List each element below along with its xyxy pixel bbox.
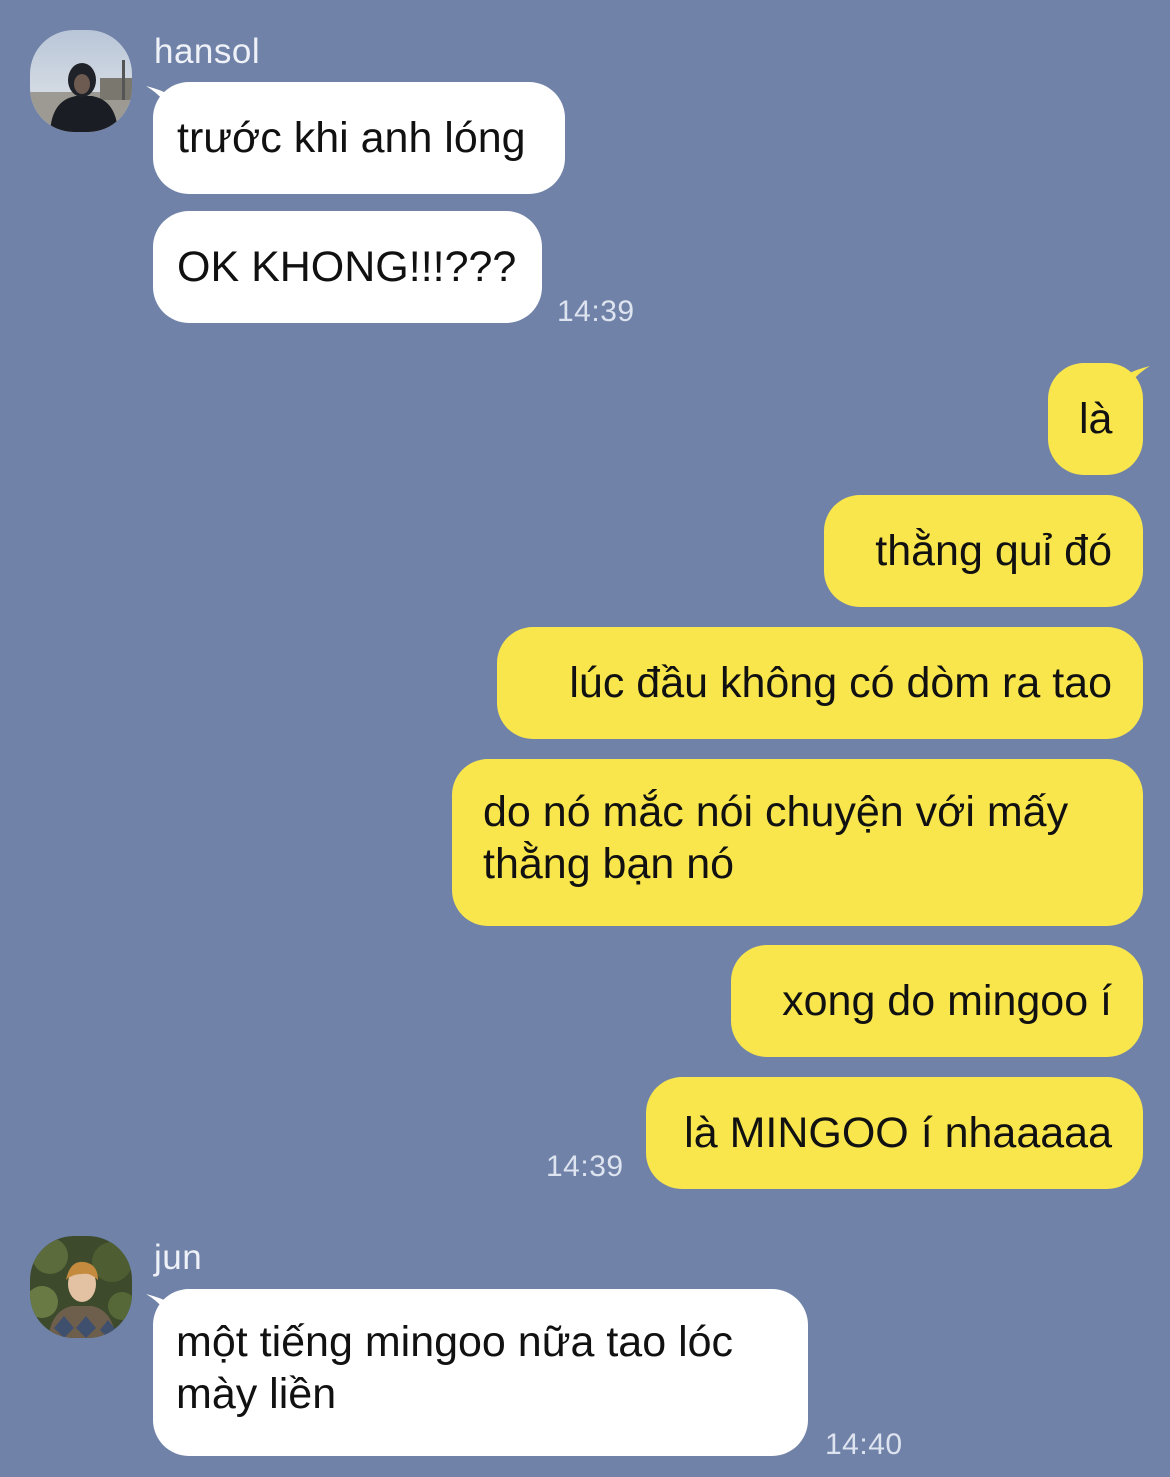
message-bubble[interactable]: một tiếng mingoo nữa tao lóc mày liền [153,1289,808,1456]
message-bubble[interactable]: thằng quỉ đó [824,495,1143,607]
message-bubble[interactable]: là [1048,363,1143,475]
message-text: lúc đầu không có dòm ra tao [569,659,1112,707]
message-bubble[interactable]: là MINGOO í nhaaaaa [646,1077,1143,1189]
avatar-hansol-image [30,30,132,132]
message-timestamp: 14:39 [546,1150,624,1183]
avatar-jun[interactable] [30,1236,132,1338]
message-text: xong do mingoo í [782,977,1112,1025]
message-bubble[interactable]: OK KHONG!!!??? [153,211,542,323]
message-bubble[interactable]: xong do mingoo í [731,945,1143,1057]
sender-name-jun: jun [154,1238,203,1277]
avatar-jun-image [30,1236,132,1338]
avatar-hansol[interactable] [30,30,132,132]
message-bubble[interactable]: do nó mắc nói chuyện với mấy thằng bạn n… [452,759,1143,926]
message-bubble[interactable]: trước khi anh lóng [153,82,565,194]
message-text: do nó mắc nói chuyện với mấy thằng bạn n… [483,788,1069,888]
message-bubble[interactable]: lúc đầu không có dòm ra tao [497,627,1143,739]
message-text: OK KHONG!!!??? [177,243,517,291]
message-text: thằng quỉ đó [875,527,1112,575]
message-text: một tiếng mingoo nữa tao lóc mày liền [176,1318,734,1418]
message-text: trước khi anh lóng [177,114,526,162]
message-timestamp: 14:40 [825,1428,903,1461]
sender-name-hansol: hansol [154,32,261,71]
message-text: là MINGOO í nhaaaaa [684,1109,1112,1157]
message-text: là [1079,395,1113,443]
message-timestamp: 14:39 [557,295,635,328]
